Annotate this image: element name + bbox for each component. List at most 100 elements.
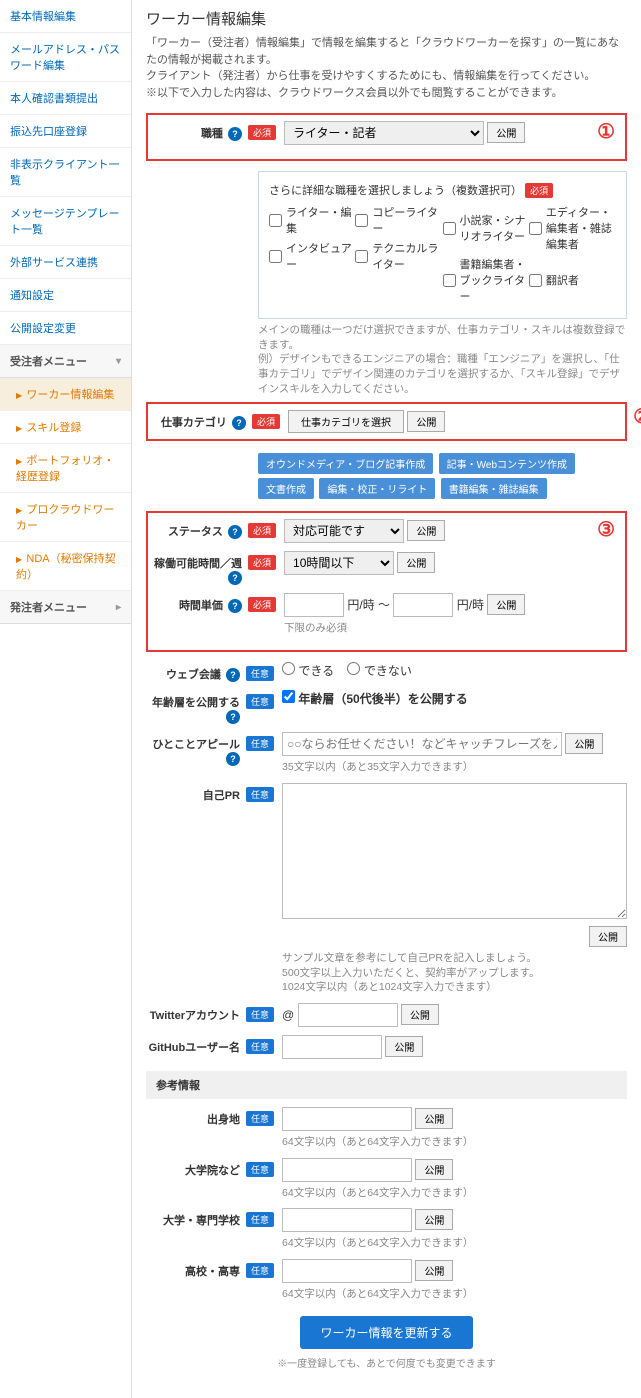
optional-badge: 任意 xyxy=(246,1263,274,1278)
nav-section-worker[interactable]: 受注者メニュー▾ xyxy=(0,345,131,378)
help-icon[interactable]: ? xyxy=(228,525,242,539)
required-badge: 必須 xyxy=(525,183,553,198)
nav-id-docs[interactable]: 本人確認書類提出 xyxy=(0,82,131,115)
nav-basic[interactable]: 基本情報編集 xyxy=(0,0,131,33)
category-select-button[interactable]: 仕事カテゴリを選択 xyxy=(288,410,404,433)
nav-notify[interactable]: 通知設定 xyxy=(0,279,131,312)
occupation-checkbox[interactable]: コピーライター xyxy=(355,204,438,236)
nav-visibility[interactable]: 公開設定変更 xyxy=(0,312,131,345)
public-btn-hometown[interactable]: 公開 xyxy=(415,1108,453,1129)
nav-hide-clients[interactable]: 非表示クライアント一覧 xyxy=(0,148,131,197)
age-checkbox[interactable]: 年齢層（50代後半）を公開する xyxy=(282,692,468,706)
status-select[interactable]: 対応可能です xyxy=(284,519,404,543)
github-input[interactable] xyxy=(282,1035,382,1059)
hometown-input[interactable] xyxy=(282,1107,412,1131)
public-btn-hs[interactable]: 公開 xyxy=(415,1260,453,1281)
label-hometown: 出身地 xyxy=(146,1107,246,1127)
public-btn-shokushu[interactable]: 公開 xyxy=(487,122,525,143)
nav-templates[interactable]: メッセージテンプレート一覧 xyxy=(0,197,131,246)
public-btn-status[interactable]: 公開 xyxy=(407,520,445,541)
nav-email[interactable]: メールアドレス・パスワード編集 xyxy=(0,33,131,82)
main-content: ワーカー情報編集 「ワーカー（受注者）情報編集」で情報を編集すると「クラウドワー… xyxy=(132,0,641,1398)
sidebar: 基本情報編集 メールアドレス・パスワード編集 本人確認書類提出 振込先口座登録 … xyxy=(0,0,132,1398)
meeting-radio-yes[interactable]: できる xyxy=(282,664,334,678)
twitter-input[interactable] xyxy=(298,1003,398,1027)
optional-badge: 任意 xyxy=(246,1212,274,1227)
public-btn-univ[interactable]: 公開 xyxy=(415,1159,453,1180)
category-chip[interactable]: オウンドメディア・ブログ記事作成 xyxy=(258,453,433,474)
callout-1: ① xyxy=(597,119,615,144)
help-icon[interactable]: ? xyxy=(228,571,242,585)
occupation-checkbox[interactable]: 翻訳者 xyxy=(529,272,612,288)
nav-procloud[interactable]: プロクラウドワーカー xyxy=(0,493,131,542)
category-chip[interactable]: 記事・Webコンテンツ作成 xyxy=(439,453,575,474)
nav-worker-info[interactable]: ワーカー情報編集 xyxy=(0,378,131,411)
public-btn-college[interactable]: 公開 xyxy=(415,1209,453,1230)
label-rate: 時間単価 ? xyxy=(148,593,248,613)
text-64-hint: 64文字以内（あと64文字入力できます） xyxy=(282,1236,627,1251)
pr-hint: サンプル文章を参考にして自己PRを記入しましょう。 500文字以上入力いただくと… xyxy=(282,951,627,995)
rate-min-input[interactable] xyxy=(284,593,344,617)
category-chip[interactable]: 編集・校正・リライト xyxy=(319,478,435,499)
public-btn-hours[interactable]: 公開 xyxy=(397,552,435,573)
public-btn-twitter[interactable]: 公開 xyxy=(401,1004,439,1025)
univ-input[interactable] xyxy=(282,1158,412,1182)
help-icon[interactable]: ? xyxy=(226,668,240,682)
occupation-checkbox[interactable]: 小説家・シナリオライター xyxy=(443,212,526,244)
rate-hint: 下限のみ必須 xyxy=(284,621,625,636)
help-icon[interactable]: ? xyxy=(228,127,242,141)
text-64-hint: 64文字以内（あと64文字入力できます） xyxy=(282,1186,627,1201)
public-btn-pr[interactable]: 公開 xyxy=(589,926,627,947)
nav-bank[interactable]: 振込先口座登録 xyxy=(0,115,131,148)
occupation-checkbox[interactable]: テクニカルライター xyxy=(355,240,438,272)
label-college: 大学・専門学校 xyxy=(146,1208,246,1228)
shokushu-select[interactable]: ライター・記者 xyxy=(284,121,484,145)
occupation-checkbox[interactable]: 書籍編集者・ブックライター xyxy=(443,256,526,304)
required-badge: 必須 xyxy=(248,597,276,612)
chevron-down-icon: ▾ xyxy=(116,356,121,367)
label-hours: 稼働可能時間／週 ? xyxy=(148,551,248,585)
public-btn-github[interactable]: 公開 xyxy=(385,1036,423,1057)
occupation-checkbox[interactable]: インタビュアー xyxy=(269,240,352,272)
label-age: 年齢層を公開する ? xyxy=(146,690,246,724)
rate-unit: 円/時 ～ xyxy=(347,598,390,612)
label-shokushu: 職種 ? xyxy=(148,121,248,141)
help-icon[interactable]: ? xyxy=(226,710,240,724)
help-icon[interactable]: ? xyxy=(232,416,246,430)
occupation-checkbox[interactable]: ライター・編集 xyxy=(269,204,352,236)
submit-button[interactable]: ワーカー情報を更新する xyxy=(300,1316,472,1349)
chevron-right-icon: ▸ xyxy=(116,602,121,613)
rate-max-input[interactable] xyxy=(393,593,453,617)
nav-ext[interactable]: 外部サービス連携 xyxy=(0,246,131,279)
occupation-detail-box: さらに詳細な職種を選択しましょう（複数選択可） 必須 ライター・編集 コピーライ… xyxy=(258,171,627,319)
section-status: ③ ステータス ? 必須 対応可能です 公開 稼働可能時間／週 ? 必須 10時… xyxy=(146,511,627,652)
hs-input[interactable] xyxy=(282,1259,412,1283)
help-icon[interactable]: ? xyxy=(226,752,240,766)
pr-textarea[interactable] xyxy=(282,783,627,919)
public-btn-catch[interactable]: 公開 xyxy=(565,733,603,754)
footer-note: ※一度登録しても、あとで何度でも変更できます xyxy=(146,1355,627,1370)
help-icon[interactable]: ? xyxy=(228,599,242,613)
nav-nda[interactable]: NDA（秘密保持契約） xyxy=(0,542,131,591)
public-btn-category[interactable]: 公開 xyxy=(407,411,445,432)
callout-2: ② xyxy=(633,404,641,429)
label-meeting: ウェブ会議 ? xyxy=(146,662,246,682)
college-input[interactable] xyxy=(282,1208,412,1232)
category-chip[interactable]: 書籍編集・雑誌編集 xyxy=(441,478,547,499)
opt-head-text: さらに詳細な職種を選択しましょう（複数選択可） xyxy=(269,185,522,197)
label-twitter: Twitterアカウント xyxy=(146,1003,246,1023)
nav-portfolio[interactable]: ポートフォリオ・経歴登録 xyxy=(0,444,131,493)
catch-input[interactable] xyxy=(282,732,562,756)
category-chip[interactable]: 文書作成 xyxy=(258,478,314,499)
rate-unit: 円/時 xyxy=(457,598,484,612)
label-catch: ひとことアピール ? xyxy=(146,732,246,766)
optional-badge: 任意 xyxy=(246,1111,274,1126)
meeting-radio-no[interactable]: できない xyxy=(347,664,411,678)
callout-3: ③ xyxy=(597,517,615,542)
hours-select[interactable]: 10時間以下 xyxy=(284,551,394,575)
occupation-checkbox[interactable]: エディター・編集者・雑誌編集者 xyxy=(529,204,612,252)
optional-badge: 任意 xyxy=(246,787,274,802)
nav-skills[interactable]: スキル登録 xyxy=(0,411,131,444)
nav-section-client[interactable]: 発注者メニュー▸ xyxy=(0,591,131,624)
public-btn-rate[interactable]: 公開 xyxy=(487,594,525,615)
